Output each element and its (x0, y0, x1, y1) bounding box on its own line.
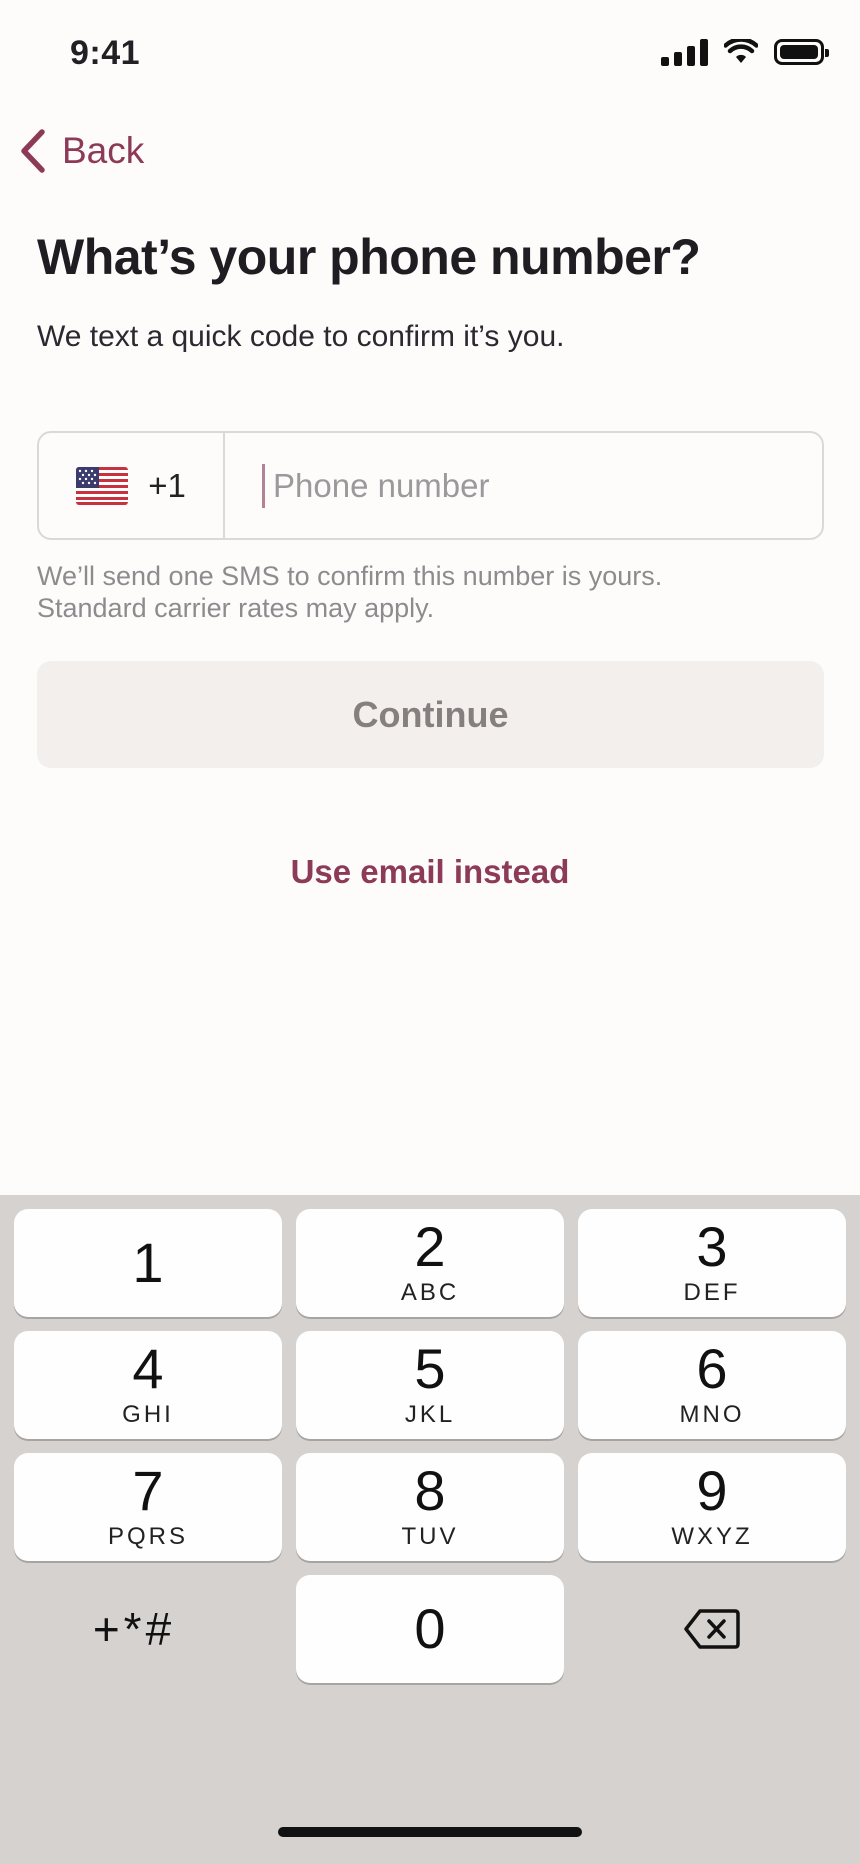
key-8[interactable]: 8 TUV (296, 1453, 564, 1561)
helper-line-1: We’ll send one SMS to confirm this numbe… (37, 561, 663, 591)
key-letters: GHI (122, 1401, 174, 1428)
phone-field: +1 (37, 431, 824, 540)
key-letters: ABC (400, 1279, 460, 1306)
back-button[interactable]: Back (18, 128, 144, 174)
key-digit: 6 (696, 1337, 728, 1400)
key-2[interactable]: 2 ABC (296, 1209, 564, 1317)
signal-icon (661, 38, 708, 66)
key-letters: WXYZ (671, 1523, 753, 1550)
status-icons (661, 38, 829, 66)
use-email-link[interactable]: Use email instead (0, 853, 860, 891)
numeric-keypad: 1 2 ABC 3 DEF 4 GHI 5 JKL 6 MNO 7 PQRS 8… (0, 1195, 860, 1864)
page-subtitle: We text a quick code to confirm it’s you… (37, 320, 565, 353)
continue-button[interactable]: Continue (37, 661, 824, 768)
phone-input[interactable] (273, 466, 773, 505)
page-title: What’s your phone number? (37, 229, 701, 285)
key-3[interactable]: 3 DEF (578, 1209, 846, 1317)
key-6[interactable]: 6 MNO (578, 1331, 846, 1439)
status-bar: 9:41 (0, 0, 860, 110)
key-letters: PQRS (107, 1523, 188, 1550)
helper-line-2: Standard carrier rates may apply. (37, 593, 435, 623)
back-label: Back (62, 130, 145, 171)
key-7[interactable]: 7 PQRS (14, 1453, 282, 1561)
delete-key[interactable] (578, 1575, 846, 1683)
key-digit: 7 (132, 1459, 164, 1522)
key-digit: 8 (414, 1459, 446, 1522)
key-digit: 9 (696, 1459, 728, 1522)
key-digit: 0 (414, 1597, 446, 1660)
key-0[interactable]: 0 (296, 1575, 564, 1683)
phone-input-wrapper (225, 433, 822, 538)
key-9[interactable]: 9 WXYZ (578, 1453, 846, 1561)
key-digit: 1 (132, 1231, 164, 1294)
status-time: 9:41 (70, 34, 141, 72)
home-indicator (278, 1827, 582, 1837)
battery-icon (774, 39, 829, 65)
key-digit: 4 (132, 1337, 164, 1400)
key-letters: TUV (401, 1523, 459, 1550)
key-4[interactable]: 4 GHI (14, 1331, 282, 1439)
key-digit: 3 (696, 1215, 728, 1278)
country-code: +1 (148, 466, 186, 504)
key-letters: JKL (404, 1401, 456, 1428)
country-code-selector[interactable]: +1 (39, 433, 225, 538)
key-digit: 5 (414, 1337, 446, 1400)
key-symbols[interactable]: +*# (0, 1575, 268, 1683)
key-letters: DEF (683, 1279, 741, 1306)
backspace-icon (684, 1609, 740, 1649)
key-1[interactable]: 1 (14, 1209, 282, 1317)
text-caret (262, 463, 265, 508)
chevron-left-icon (21, 129, 45, 173)
wifi-icon (724, 39, 758, 63)
key-digit: 2 (414, 1215, 446, 1278)
symbols-label: +*# (92, 1603, 176, 1655)
helper-text: We’ll send one SMS to confirm this numbe… (37, 560, 827, 624)
key-letters: MNO (679, 1401, 745, 1428)
key-5[interactable]: 5 JKL (296, 1331, 564, 1439)
us-flag-icon (76, 466, 129, 505)
